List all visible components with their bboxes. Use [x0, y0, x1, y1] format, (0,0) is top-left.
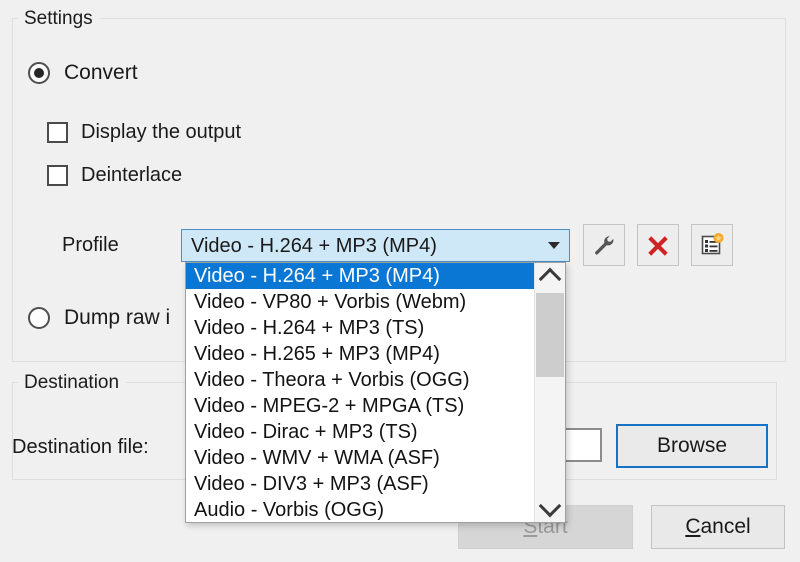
dropdown-option[interactable]: Video - Dirac + MP3 (TS) — [186, 419, 534, 445]
delete-profile-button[interactable] — [637, 224, 679, 266]
radio-dump-raw-input[interactable]: Dump raw i — [28, 307, 170, 329]
checkbox-display-the-output-box[interactable] — [47, 122, 68, 143]
checkbox-display-the-output[interactable]: Display the output — [47, 122, 241, 143]
profile-dropdown-popup[interactable]: Video - H.264 + MP3 (MP4) Video - VP80 + … — [185, 262, 566, 523]
settings-group-title: Settings — [18, 9, 100, 29]
dropdown-option[interactable]: Video - VP80 + Vorbis (Webm) — [186, 289, 534, 315]
dropdown-option[interactable]: Video - H.264 + MP3 (TS) — [186, 315, 534, 341]
radio-dump-raw-input-label: Dump raw i — [64, 306, 171, 329]
radio-convert-label: Convert — [64, 61, 138, 84]
chevron-up-icon[interactable] — [535, 263, 565, 291]
profile-label: Profile — [62, 234, 119, 256]
destination-group-title: Destination — [18, 373, 127, 393]
dropdown-option[interactable]: Video - DIV3 + MP3 (ASF) — [186, 471, 534, 497]
checkbox-deinterlace-label: Deinterlace — [81, 164, 183, 186]
scrollbar-thumb[interactable] — [536, 293, 564, 377]
profile-combobox[interactable]: Video - H.264 + MP3 (MP4) — [181, 229, 570, 262]
cancel-button-label: ancel — [700, 515, 751, 538]
radio-convert-indicator[interactable] — [28, 62, 50, 84]
new-profile-icon — [701, 233, 724, 255]
dropdown-option[interactable]: Video - Theora + Vorbis (OGG) — [186, 367, 534, 393]
new-profile-button[interactable] — [691, 224, 733, 266]
wrench-icon — [595, 235, 614, 255]
chevron-down-icon[interactable] — [535, 494, 565, 522]
radio-convert[interactable]: Convert — [28, 62, 138, 84]
close-x-icon — [648, 236, 668, 256]
chevron-down-icon[interactable] — [539, 242, 569, 249]
destination-file-label: Destination file: — [12, 436, 149, 458]
dropdown-option[interactable]: Video - MPEG-2 + MPGA (TS) — [186, 393, 534, 419]
checkbox-display-the-output-label: Display the output — [81, 121, 242, 143]
dropdown-option[interactable]: Audio - Vorbis (OGG) — [186, 497, 534, 522]
profile-combobox-value: Video - H.264 + MP3 (MP4) — [191, 234, 437, 257]
dropdown-option[interactable]: Video - H.265 + MP3 (MP4) — [186, 341, 534, 367]
dropdown-scrollbar[interactable] — [534, 263, 565, 522]
dropdown-option[interactable]: Video - H.264 + MP3 (MP4) — [186, 263, 534, 289]
cancel-button[interactable]: Cancel — [651, 505, 785, 549]
radio-dump-raw-input-indicator[interactable] — [28, 307, 50, 329]
profile-dropdown-list[interactable]: Video - H.264 + MP3 (MP4) Video - VP80 + … — [186, 263, 534, 522]
cancel-button-accel: C — [685, 515, 701, 538]
edit-profile-button[interactable] — [583, 224, 625, 266]
browse-button[interactable]: Browse — [616, 424, 768, 468]
dropdown-option[interactable]: Video - WMV + WMA (ASF) — [186, 445, 534, 471]
checkbox-deinterlace[interactable]: Deinterlace — [47, 165, 182, 186]
checkbox-deinterlace-box[interactable] — [47, 165, 68, 186]
